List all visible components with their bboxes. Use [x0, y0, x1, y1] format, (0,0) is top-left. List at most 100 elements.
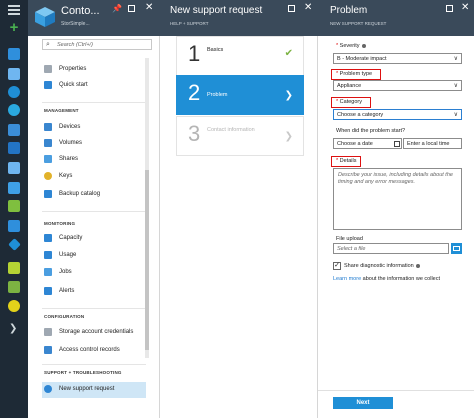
chevron-down-icon: ∨ — [453, 112, 458, 118]
jobs-icon — [44, 268, 52, 276]
step-problem[interactable]: 2 Problem ❯ — [176, 75, 304, 115]
menu-item-new-support-request[interactable]: New support request — [42, 382, 146, 398]
menu-item-label: New support request — [59, 386, 115, 392]
menu-item-label: Usage — [59, 252, 77, 258]
close-icon[interactable]: ✕ — [461, 2, 469, 13]
storage-icon[interactable] — [8, 162, 20, 174]
chevron-right-icon[interactable]: ❯ — [9, 323, 17, 334]
capacity-icon — [44, 234, 52, 242]
menu-item-devices[interactable]: Devices — [42, 120, 146, 136]
menu-item-label: Shares — [59, 156, 79, 162]
menu-item-capacity[interactable]: Capacity — [42, 231, 146, 247]
menu-item-properties[interactable]: Properties — [42, 62, 146, 78]
divider — [42, 308, 146, 309]
security-icon[interactable] — [8, 281, 20, 293]
menu-item-keys[interactable]: Keys — [42, 169, 146, 185]
details-label: * Details — [336, 158, 356, 164]
learn-more-link[interactable]: Learn more — [333, 276, 361, 282]
azure-portal: + ❯ Conto... StorSimple... 📌 ✕ ⌕ Search … — [0, 0, 474, 418]
shares-icon — [44, 155, 52, 163]
menu-item-label: Volumes — [59, 140, 83, 146]
pin-icon[interactable]: 📌 — [112, 4, 122, 13]
menu-item-label: Properties — [59, 66, 87, 72]
support-request-header: New support request HELP + SUPPORT ✕ — [160, 0, 318, 36]
circle-icon[interactable] — [8, 300, 20, 312]
severity-value: B - Moderate impact — [337, 56, 387, 62]
category-select[interactable]: Choose a category ∨ — [333, 109, 462, 120]
blade-title: New support request — [170, 5, 263, 16]
next-button[interactable]: Next — [333, 397, 393, 409]
dashboard-icon[interactable] — [8, 48, 20, 60]
divider — [42, 211, 146, 212]
menu-item-storage-account-credentials[interactable]: Storage account credentials — [42, 325, 146, 341]
menu-item-usage[interactable]: Usage — [42, 248, 146, 264]
maximize-icon[interactable] — [446, 5, 453, 12]
step-label: Contact information — [207, 127, 255, 133]
menu-item-alerts[interactable]: Alerts — [42, 284, 146, 300]
share-diagnostic-checkbox[interactable]: ✓ — [333, 262, 341, 270]
severity-select[interactable]: B - Moderate impact ∨ — [333, 53, 462, 64]
menu-item-label: Keys — [59, 173, 73, 179]
info-icon — [361, 43, 366, 48]
search-input[interactable]: ⌕ Search (Ctrl+/) — [42, 39, 152, 50]
step-basics[interactable]: 1 Basics ✔ — [176, 36, 304, 76]
volumes-icon — [44, 139, 52, 147]
menu-item-label: Capacity — [59, 235, 83, 241]
maximize-icon[interactable] — [128, 5, 135, 12]
support-icon — [44, 385, 52, 393]
diamond-icon[interactable] — [8, 238, 21, 251]
resource-groups-icon[interactable] — [8, 86, 20, 98]
quick-start-icon — [44, 81, 52, 89]
menu-item-volumes[interactable]: Volumes — [42, 136, 146, 152]
time-input[interactable]: Enter a local time — [403, 138, 462, 149]
problem-header: Problem NEW SUPPORT REQUEST ✕ — [318, 0, 474, 36]
details-textarea[interactable]: Describe your issue, including details a… — [333, 168, 462, 230]
problem-type-select[interactable]: Appliance ∨ — [333, 80, 462, 91]
menu-item-quick-start[interactable]: Quick start — [42, 78, 146, 94]
category-value: Choose a category — [337, 112, 384, 118]
calendar-icon — [394, 141, 400, 147]
divider — [42, 102, 146, 103]
step-contact-information[interactable]: 3 Contact information ❯ — [176, 116, 304, 156]
learn-more-rest: about the information we collect — [362, 276, 441, 282]
plus-icon[interactable]: + — [7, 20, 21, 35]
date-picker[interactable]: Choose a date — [333, 138, 402, 149]
clock-icon[interactable] — [8, 104, 20, 116]
resource-title: Conto... — [61, 5, 100, 17]
category-label-text: Category — [339, 99, 362, 105]
time-value: Enter a local time — [407, 141, 450, 147]
scrollbar-thumb[interactable] — [145, 170, 149, 350]
file-upload-field[interactable]: Select a file — [333, 243, 449, 254]
step-number: 3 — [188, 121, 201, 146]
problem-type-label: * Problem type — [336, 71, 372, 77]
menu-item-label: Access control records — [59, 347, 120, 353]
chevron-down-icon: ∨ — [453, 56, 458, 62]
close-icon[interactable]: ✕ — [304, 2, 312, 13]
section-heading-monitoring: MONITORING — [44, 221, 76, 226]
grid-icon[interactable] — [8, 68, 20, 80]
devices-icon — [44, 123, 52, 131]
folder-icon[interactable] — [451, 243, 462, 254]
menu-item-jobs[interactable]: Jobs — [42, 265, 146, 281]
close-icon[interactable]: ✕ — [145, 2, 153, 13]
menu-item-access-control-records[interactable]: Access control records — [42, 343, 146, 359]
date-value: Choose a date — [337, 141, 373, 147]
category-label: * Category — [336, 99, 362, 105]
search-icon: ⌕ — [46, 41, 50, 48]
network-icon[interactable] — [8, 220, 20, 232]
sql-icon[interactable] — [8, 142, 20, 154]
menu-item-label: Jobs — [59, 269, 72, 275]
support-request-blade: New support request HELP + SUPPORT ✕ 1 B… — [160, 0, 318, 418]
menu-item-backup-catalog[interactable]: Backup catalog — [42, 187, 146, 203]
vm-icon[interactable] — [8, 182, 20, 194]
menu-icon[interactable] — [8, 5, 20, 15]
load-balancer-icon[interactable] — [8, 200, 20, 212]
globe-icon[interactable] — [8, 124, 20, 136]
credentials-icon — [44, 328, 52, 336]
menu-item-shares[interactable]: Shares — [42, 152, 146, 168]
shield-icon[interactable] — [8, 262, 20, 274]
resource-blade-header: Conto... StorSimple... 📌 ✕ — [28, 0, 160, 36]
menu-item-label: Quick start — [59, 82, 88, 88]
checkmark-icon: ✔ — [284, 48, 293, 59]
maximize-icon[interactable] — [288, 5, 295, 12]
